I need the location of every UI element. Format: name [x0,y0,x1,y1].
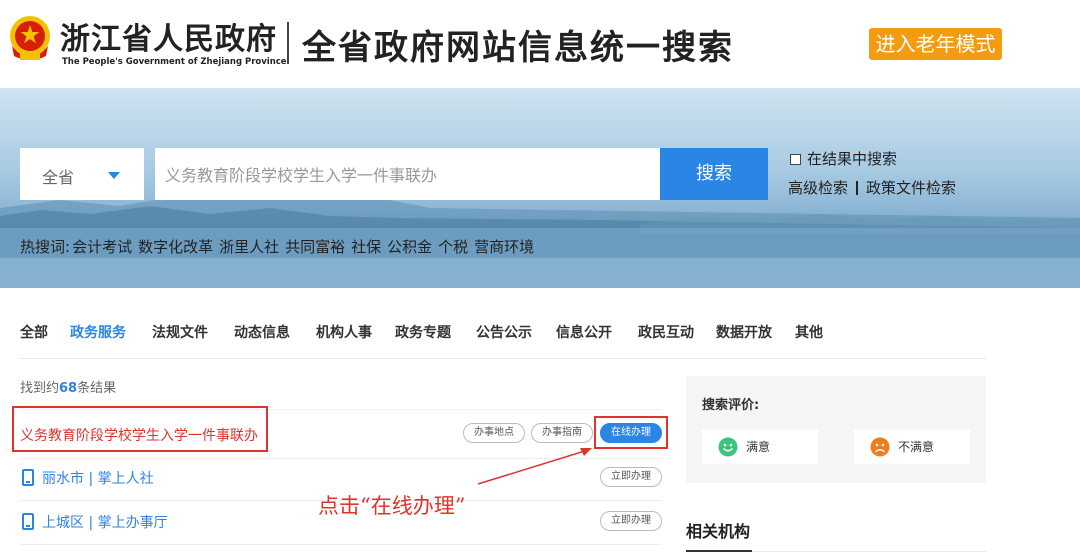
hot-word[interactable]: 会计考试 [72,238,132,256]
mobile-icon [22,513,34,530]
tab-regulations[interactable]: 法规文件 [152,322,208,342]
tab-announcements[interactable]: 公告公示 [476,322,532,342]
result-count: 找到约68条结果 [20,377,116,396]
tab-news[interactable]: 动态信息 [234,322,290,342]
tabs-divider [20,358,986,359]
national-emblem-icon [10,16,50,60]
satisfied-button[interactable]: 满意 [702,430,818,464]
apply-now-button[interactable]: 立即办理 [600,511,662,531]
tab-personnel[interactable]: 机构人事 [316,322,372,342]
tab-topics[interactable]: 政务专题 [395,322,451,342]
hot-word[interactable]: 共同富裕 [285,238,345,256]
region-label: 全省 [42,168,75,187]
smile-icon [718,437,738,457]
caret-down-icon [108,172,120,179]
hot-word[interactable]: 个税 [438,238,468,256]
tab-other[interactable]: 其他 [795,322,823,342]
list-item-label: 丽水市 | 掌上人社 [42,471,154,487]
search-button[interactable]: 搜索 [660,148,768,200]
result-count-number: 68 [59,381,78,396]
result-count-suffix: 条结果 [77,381,117,396]
unsatisfied-label: 不满意 [898,440,935,454]
tab-gov-services[interactable]: 政务服务 [70,322,126,342]
tab-interaction[interactable]: 政民互动 [638,322,694,342]
tab-all[interactable]: 全部 [20,322,48,342]
hot-word[interactable]: 营商环境 [474,238,534,256]
hot-word[interactable]: 公积金 [387,238,432,256]
list-item[interactable]: 丽水市 | 掌上人社 [22,468,154,488]
hot-search-label: 热搜词: [20,238,71,256]
elder-mode-button[interactable]: 进入老年模式 [869,28,1002,60]
satisfied-label: 满意 [746,440,771,454]
tab-open-data[interactable]: 数据开放 [716,322,772,342]
region-select[interactable]: 全省 [20,148,144,200]
hot-word[interactable]: 浙里人社 [219,238,279,256]
search-portal-title: 全省政府网站信息统一搜索 [302,28,734,68]
search-in-result-checkbox[interactable]: 在结果中搜索 [790,148,897,169]
advanced-links: 高级检索 政策文件检索 [788,177,956,198]
frown-icon [870,437,890,457]
policy-search-link[interactable]: 政策文件检索 [866,179,956,197]
site-name-cn: 浙江省人民政府 [60,22,277,57]
list-item[interactable]: 上城区 | 掌上办事厅 [22,512,168,532]
search-evaluation-panel: 搜索评价: 满意 不满意 [686,376,986,483]
result-divider [20,544,662,545]
header-divider [287,22,289,64]
unsatisfied-button[interactable]: 不满意 [854,430,970,464]
site-name-en: The People's Government of Zhejiang Prov… [62,57,287,67]
hot-search-words: 热搜词: 会计考试 数字化改革 浙里人社 共同富裕 社保 公积金 个税 营商环境 [20,236,540,257]
annotation-arrow-icon [477,448,592,485]
hot-word[interactable]: 数字化改革 [138,238,213,256]
page: 浙江省人民政府 The People's Government of Zheji… [0,0,1080,558]
related-accent-bar [686,550,752,552]
link-separator [856,181,859,195]
evaluation-title: 搜索评价: [702,398,760,413]
hot-word[interactable]: 社保 [351,238,381,256]
header: 浙江省人民政府 The People's Government of Zheji… [0,0,1080,88]
list-item-label: 上城区 | 掌上办事厅 [42,515,168,531]
search-banner: 全省 搜索 在结果中搜索 高级检索政策文件检索 热搜词:会计考试数字化改革浙里人… [0,88,1080,288]
annotation-text: 点击“在线办理” [318,494,466,518]
result-count-prefix: 找到约 [20,381,60,396]
tab-disclosure[interactable]: 信息公开 [556,322,612,342]
checkbox-icon[interactable] [790,154,801,165]
highlight-box-online [594,416,668,449]
apply-now-button[interactable]: 立即办理 [600,467,662,487]
highlight-box-title [12,406,268,452]
advanced-search-link[interactable]: 高级检索 [788,179,848,197]
related-orgs-title: 相关机构 [686,522,751,541]
search-input[interactable] [155,148,660,200]
search-in-result-label: 在结果中搜索 [807,150,898,168]
mobile-icon [22,469,34,486]
